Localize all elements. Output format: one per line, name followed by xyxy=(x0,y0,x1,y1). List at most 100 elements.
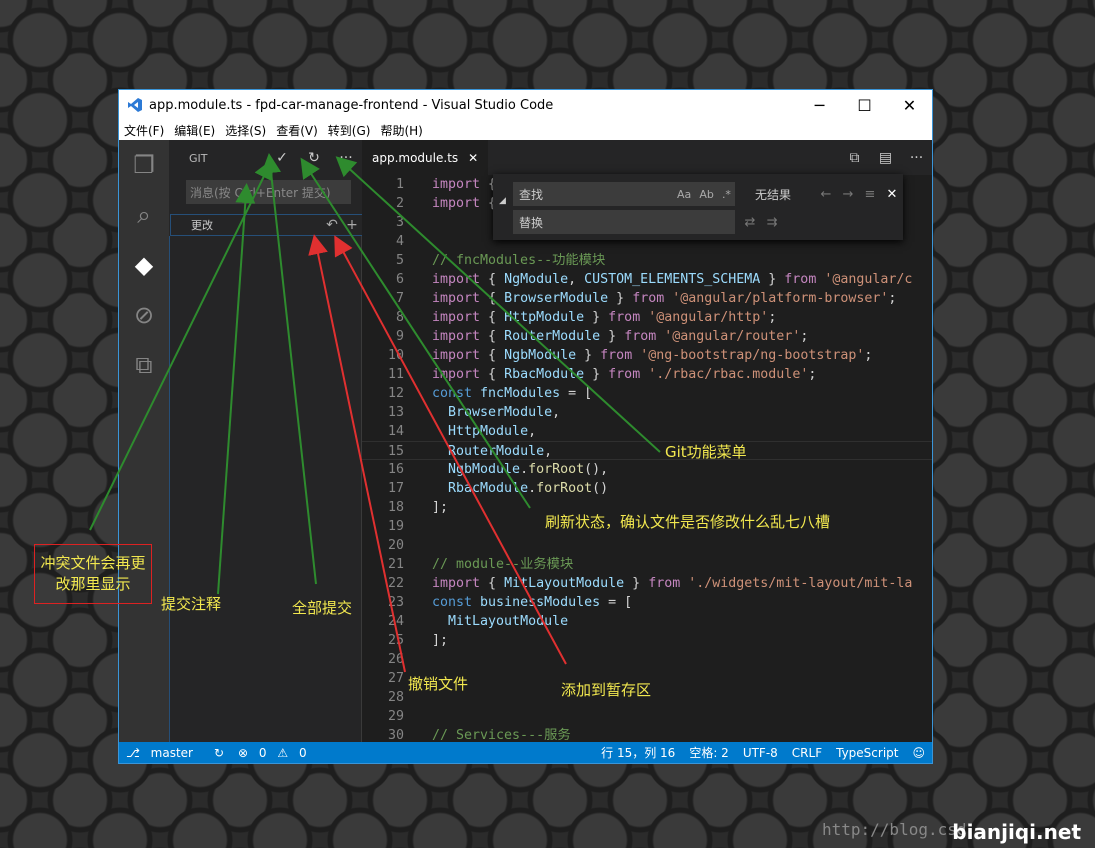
prev-match-icon[interactable]: ← xyxy=(815,187,837,202)
more-icon[interactable]: ··· xyxy=(330,150,362,166)
code-line[interactable]: 14 HttpModule, xyxy=(362,422,932,441)
code-line[interactable]: 11 import { RbacModule } from './rbac/rba… xyxy=(362,365,932,384)
replace-icon[interactable]: ⇄ xyxy=(739,215,761,230)
code-line[interactable]: 10 import { NgbModule } from '@ng-bootstr… xyxy=(362,346,932,365)
refresh-icon[interactable]: ↻ xyxy=(298,150,330,166)
line-number: 14 xyxy=(387,424,404,439)
line-number: 13 xyxy=(387,405,404,420)
title-bar: app.module.ts - fpd-car-manage-frontend … xyxy=(119,90,932,120)
code-line[interactable]: 20 xyxy=(362,536,932,555)
code-line[interactable]: 22 import { MitLayoutModule } from './wid… xyxy=(362,574,932,593)
discard-all-icon[interactable]: ↶ xyxy=(322,217,342,233)
line-number: 11 xyxy=(387,367,404,382)
code-line[interactable]: 9 import { RouterModule } from '@angular/… xyxy=(362,327,932,346)
minimize-button[interactable]: ─ xyxy=(797,96,842,115)
line-number: 8 xyxy=(395,310,404,325)
note-conflict: 冲突文件会再更改那里显示 xyxy=(34,544,152,604)
indentation[interactable]: 空格: 2 xyxy=(682,744,736,761)
line-text: ]; xyxy=(432,633,449,648)
note-discard: 撤销文件 xyxy=(408,675,469,693)
line-number: 26 xyxy=(387,652,404,667)
activity-bar: ❐ ⌕ ◆ ⊘ ⧉ xyxy=(119,140,169,742)
code-line[interactable]: 23 const businessModules = [ xyxy=(362,593,932,612)
open-changes-icon[interactable]: ⧉ xyxy=(839,150,870,166)
replace-all-icon[interactable]: ⇉ xyxy=(761,215,783,230)
line-number: 2 xyxy=(395,196,404,211)
code-line[interactable]: 7 import { BrowserModule } from '@angular… xyxy=(362,289,932,308)
cursor-position[interactable]: 行 15，列 16 xyxy=(594,744,682,761)
match-case-icon[interactable]: Aa xyxy=(677,188,691,201)
note-git-menu: Git功能菜单 xyxy=(665,443,747,461)
branch-indicator[interactable]: ⎇ master xyxy=(119,746,207,760)
tab-close-icon[interactable]: ✕ xyxy=(468,151,478,165)
files-icon[interactable]: ❐ xyxy=(119,140,169,190)
split-editor-icon[interactable]: ▤ xyxy=(870,150,901,166)
language-mode[interactable]: TypeScript xyxy=(829,746,905,760)
line-number: 15 xyxy=(387,444,404,459)
line-number: 5 xyxy=(395,253,404,268)
problems-indicator[interactable]: ⊗ 0 ⚠ 0 xyxy=(231,746,321,760)
regex-icon[interactable]: .* xyxy=(722,188,731,201)
line-text: import { NgModule, CUSTOM_ELEMENTS_SCHEM… xyxy=(432,272,913,287)
code-line[interactable]: 12 const fncModules = [ xyxy=(362,384,932,403)
find-in-selection-icon[interactable]: ≡ xyxy=(859,187,881,202)
line-number: 29 xyxy=(387,709,404,724)
find-close-icon[interactable]: ✕ xyxy=(881,187,903,202)
line-text: HttpModule, xyxy=(448,424,537,439)
watermark-brand: bianjiqi.net xyxy=(952,820,1081,844)
whole-word-icon[interactable]: Ab xyxy=(699,188,714,201)
menu-file[interactable]: 文件(F) xyxy=(119,122,169,139)
maximize-button[interactable]: ☐ xyxy=(842,96,887,115)
code-line[interactable]: 13 BrowserModule, xyxy=(362,403,932,422)
code-line[interactable]: 21 // module--业务模块 xyxy=(362,555,932,574)
editor-more-icon[interactable]: ··· xyxy=(901,150,932,166)
code-line[interactable]: 29 xyxy=(362,707,932,726)
line-number: 23 xyxy=(387,595,404,610)
menu-selection[interactable]: 选择(S) xyxy=(220,122,271,139)
line-text: import { RouterModule } from '@angular/r… xyxy=(432,329,809,344)
line-text: BrowserModule, xyxy=(448,405,561,420)
code-line[interactable]: 30 // Services---服务 xyxy=(362,726,932,742)
toggle-replace-icon[interactable]: ◢ xyxy=(499,196,506,206)
menu-bar: 文件(F) 编辑(E) 选择(S) 查看(V) 转到(G) 帮助(H) xyxy=(119,120,932,140)
commit-check-icon[interactable]: ✓ xyxy=(266,150,298,166)
code-line[interactable]: 26 xyxy=(362,650,932,669)
code-line[interactable]: 25]; xyxy=(362,631,932,650)
code-line[interactable]: 16 NgbModule.forRoot(), xyxy=(362,460,932,479)
next-match-icon[interactable]: → xyxy=(837,187,859,202)
error-count: 0 xyxy=(258,745,267,760)
replace-input[interactable]: 替换 xyxy=(513,210,735,234)
line-text: import { BrowserModule } from '@angular/… xyxy=(432,291,897,306)
sync-icon[interactable]: ↻ xyxy=(207,746,231,760)
line-number: 1 xyxy=(395,177,404,192)
vscode-window: app.module.ts - fpd-car-manage-frontend … xyxy=(118,89,933,764)
commit-message-input[interactable]: 消息(按 Ctrl+Enter 提交) xyxy=(186,180,351,204)
git-icon[interactable]: ◆ xyxy=(119,240,169,290)
code-line[interactable]: 8 import { HttpModule } from '@angular/ht… xyxy=(362,308,932,327)
line-number: 3 xyxy=(395,215,404,230)
encoding[interactable]: UTF-8 xyxy=(736,746,785,760)
menu-edit[interactable]: 编辑(E) xyxy=(169,122,220,139)
code-line[interactable]: 6 import { NgModule, CUSTOM_ELEMENTS_SCHE… xyxy=(362,270,932,289)
line-number: 7 xyxy=(395,291,404,306)
code-view[interactable]: 1 import {2 import {3 4 5 // fncModules--功能模块… xyxy=(362,175,932,742)
sidebar-title: GIT xyxy=(189,151,208,165)
code-line[interactable]: 15 RouterModule, xyxy=(362,441,932,460)
tab-app-module[interactable]: app.module.ts ✕ xyxy=(362,140,489,175)
menu-view[interactable]: 查看(V) xyxy=(271,122,323,139)
search-icon[interactable]: ⌕ xyxy=(119,190,169,240)
extensions-icon[interactable]: ⧉ xyxy=(119,340,169,390)
code-line[interactable]: 5 // fncModules--功能模块 xyxy=(362,251,932,270)
feedback-smiley-icon[interactable]: ☺ xyxy=(905,746,932,760)
menu-help[interactable]: 帮助(H) xyxy=(375,122,427,139)
code-line[interactable]: 17 RbacModule.forRoot() xyxy=(362,479,932,498)
stage-all-icon[interactable]: + xyxy=(342,217,362,233)
changes-group[interactable]: 更改 ↶ + xyxy=(170,214,362,236)
debug-icon[interactable]: ⊘ xyxy=(119,290,169,340)
menu-goto[interactable]: 转到(G) xyxy=(323,122,376,139)
code-line[interactable]: 24 MitLayoutModule xyxy=(362,612,932,631)
warning-count: 0 xyxy=(298,745,307,760)
close-button[interactable]: ✕ xyxy=(887,96,932,115)
find-result: 无结果 xyxy=(755,187,792,202)
line-ending[interactable]: CRLF xyxy=(785,746,829,760)
